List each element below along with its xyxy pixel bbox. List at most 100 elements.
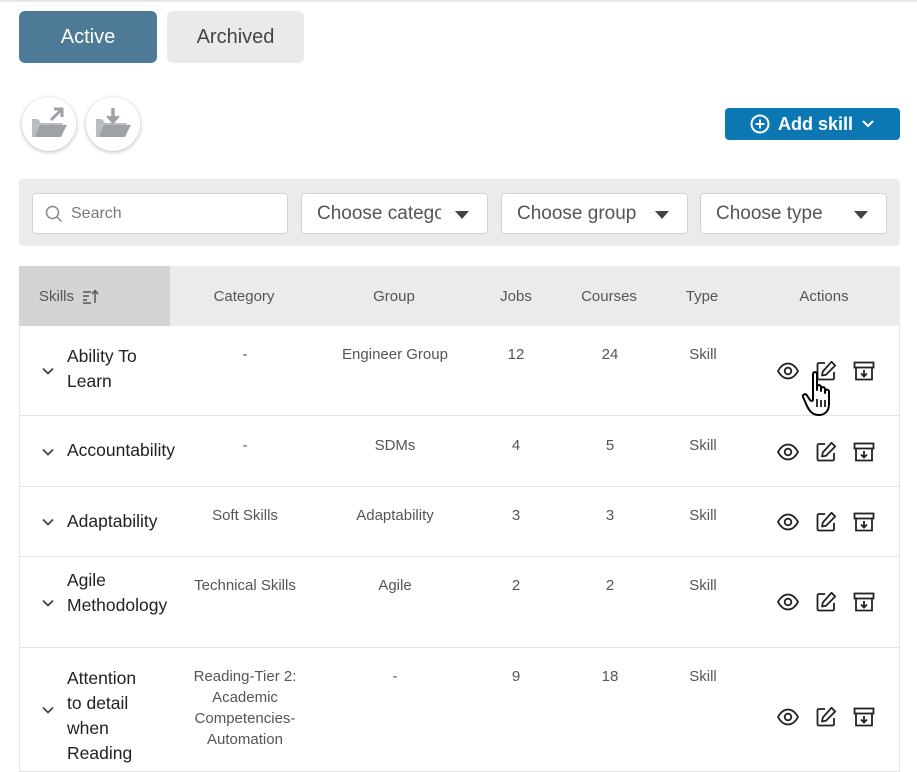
plus-circle-icon [750,114,770,134]
header-category[interactable]: Category [194,266,294,326]
jobs-cell: 3 [511,507,521,524]
category-cell: Technical Skills [175,575,315,596]
skill-name-line: Ability To [67,346,137,366]
tab-archived[interactable]: Archived [167,11,304,63]
type-cell: Skill [689,507,717,524]
group-select[interactable]: Choose group [501,193,688,234]
header-group[interactable]: Group [334,266,454,326]
header-courses[interactable]: Courses [569,266,649,326]
category-cell-line: Soft Skills [212,507,278,524]
group-cell: SDMs [325,435,465,456]
eye-icon[interactable] [776,705,800,729]
type-cell: Skill [689,668,717,685]
table-row: Adaptability Soft Skills Adaptability 3 3 Ski… [19,487,900,557]
category-cell-line: Reading-Tier 2: [193,668,297,685]
header-actions: Actions [799,287,849,305]
courses-cell: 24 [601,346,619,363]
skill-name-line: Accountability [67,440,175,460]
folder-upload-icon [32,107,67,137]
chevron-down-icon[interactable] [41,366,55,376]
type-cell: Skill [689,437,717,454]
type-cell: Skill [689,577,717,594]
archive-icon[interactable] [852,440,876,464]
category-select[interactable]: Choose category [301,193,488,234]
type-select[interactable]: Choose type [700,193,887,234]
table-header: Skills Category Group Jobs Courses Type … [19,266,900,326]
skill-name-line: Adaptability [67,511,158,531]
archive-icon[interactable] [852,510,876,534]
caret-down-icon [455,211,469,219]
jobs-cell: 12 [507,346,525,363]
jobs-cell: 4 [511,437,521,454]
chevron-down-icon[interactable] [41,598,55,608]
edit-icon[interactable] [814,510,838,534]
courses-cell: 18 [601,668,619,685]
eye-icon[interactable] [776,510,800,534]
export-button[interactable] [86,97,140,151]
type-cell: Skill [689,346,717,363]
category-cell: - [175,435,315,456]
caret-down-icon [854,211,868,219]
group-cell: - [325,666,465,687]
table-row: Attention to detail when Reading Reading-Tie… [19,648,900,772]
filter-bar: Choose category Choose group Choose type [19,179,900,246]
add-skill-label: Add skill [777,113,853,134]
edit-icon[interactable] [814,440,838,464]
header-skills[interactable]: Skills [19,266,170,326]
caret-down-icon [655,211,669,219]
group-cell-line: Adaptability [356,507,434,524]
courses-cell: 2 [605,577,615,594]
category-cell-line: Automation [207,731,283,748]
archive-icon[interactable] [852,359,876,383]
table-row: Accountability - SDMs 4 5 Skill [19,416,900,487]
table-body: Ability To Learn - Engineer Group 12 24 Skill A… [19,326,900,772]
edit-icon[interactable] [814,359,838,383]
search-input[interactable] [71,204,261,223]
folder-download-icon [96,108,131,137]
jobs-cell: 2 [511,577,521,594]
skill-name: Attention to detail when Reading [67,666,136,766]
edit-icon[interactable] [814,705,838,729]
skill-name: Accountability [67,438,175,463]
tab-active[interactable]: Active [19,11,157,63]
header-type[interactable]: Type [674,266,730,326]
add-skill-button[interactable]: Add skill [725,108,900,140]
skill-name: Agile Methodology [67,568,167,618]
courses-cell: 5 [605,437,615,454]
archive-icon[interactable] [852,590,876,614]
chevron-down-icon[interactable] [41,447,55,457]
group-cell-line: SDMs [374,437,416,454]
skill-name-line: Methodology [67,595,168,615]
edit-icon[interactable] [814,590,838,614]
skill-name-line: Agile [67,570,106,590]
category-cell-line: - [242,346,248,363]
category-select-value: Choose category [317,202,441,224]
group-cell: Engineer Group [325,344,465,365]
archive-icon[interactable] [852,705,876,729]
header-jobs[interactable]: Jobs [487,266,545,326]
import-button[interactable] [22,97,76,151]
chevron-down-icon[interactable] [41,517,55,527]
type-select-value: Choose type [716,202,823,224]
skill-name-line: Attention [67,668,137,688]
chevron-down-icon[interactable] [41,705,55,715]
search-box[interactable] [32,193,288,234]
skill-name: Ability To Learn [67,344,137,394]
skill-name-line: when [67,718,109,738]
jobs-cell: 9 [511,668,521,685]
group-select-value: Choose group [517,202,637,224]
category-cell: - [175,344,315,365]
group-cell: Adaptability [325,505,465,526]
skill-name-line: Reading [67,743,133,763]
chevron-down-icon [862,120,874,128]
eye-icon[interactable] [776,590,800,614]
skill-name-line: to detail [67,693,129,713]
sort-icon [83,288,99,304]
search-icon [45,205,63,222]
eye-icon[interactable] [776,440,800,464]
eye-icon[interactable] [776,359,800,383]
category-cell-line: Competencies- [194,710,296,727]
skills-table: Skills Category Group Jobs Courses Type … [19,266,900,772]
category-cell-line: - [242,437,248,454]
category-cell-line: Academic [212,689,278,706]
